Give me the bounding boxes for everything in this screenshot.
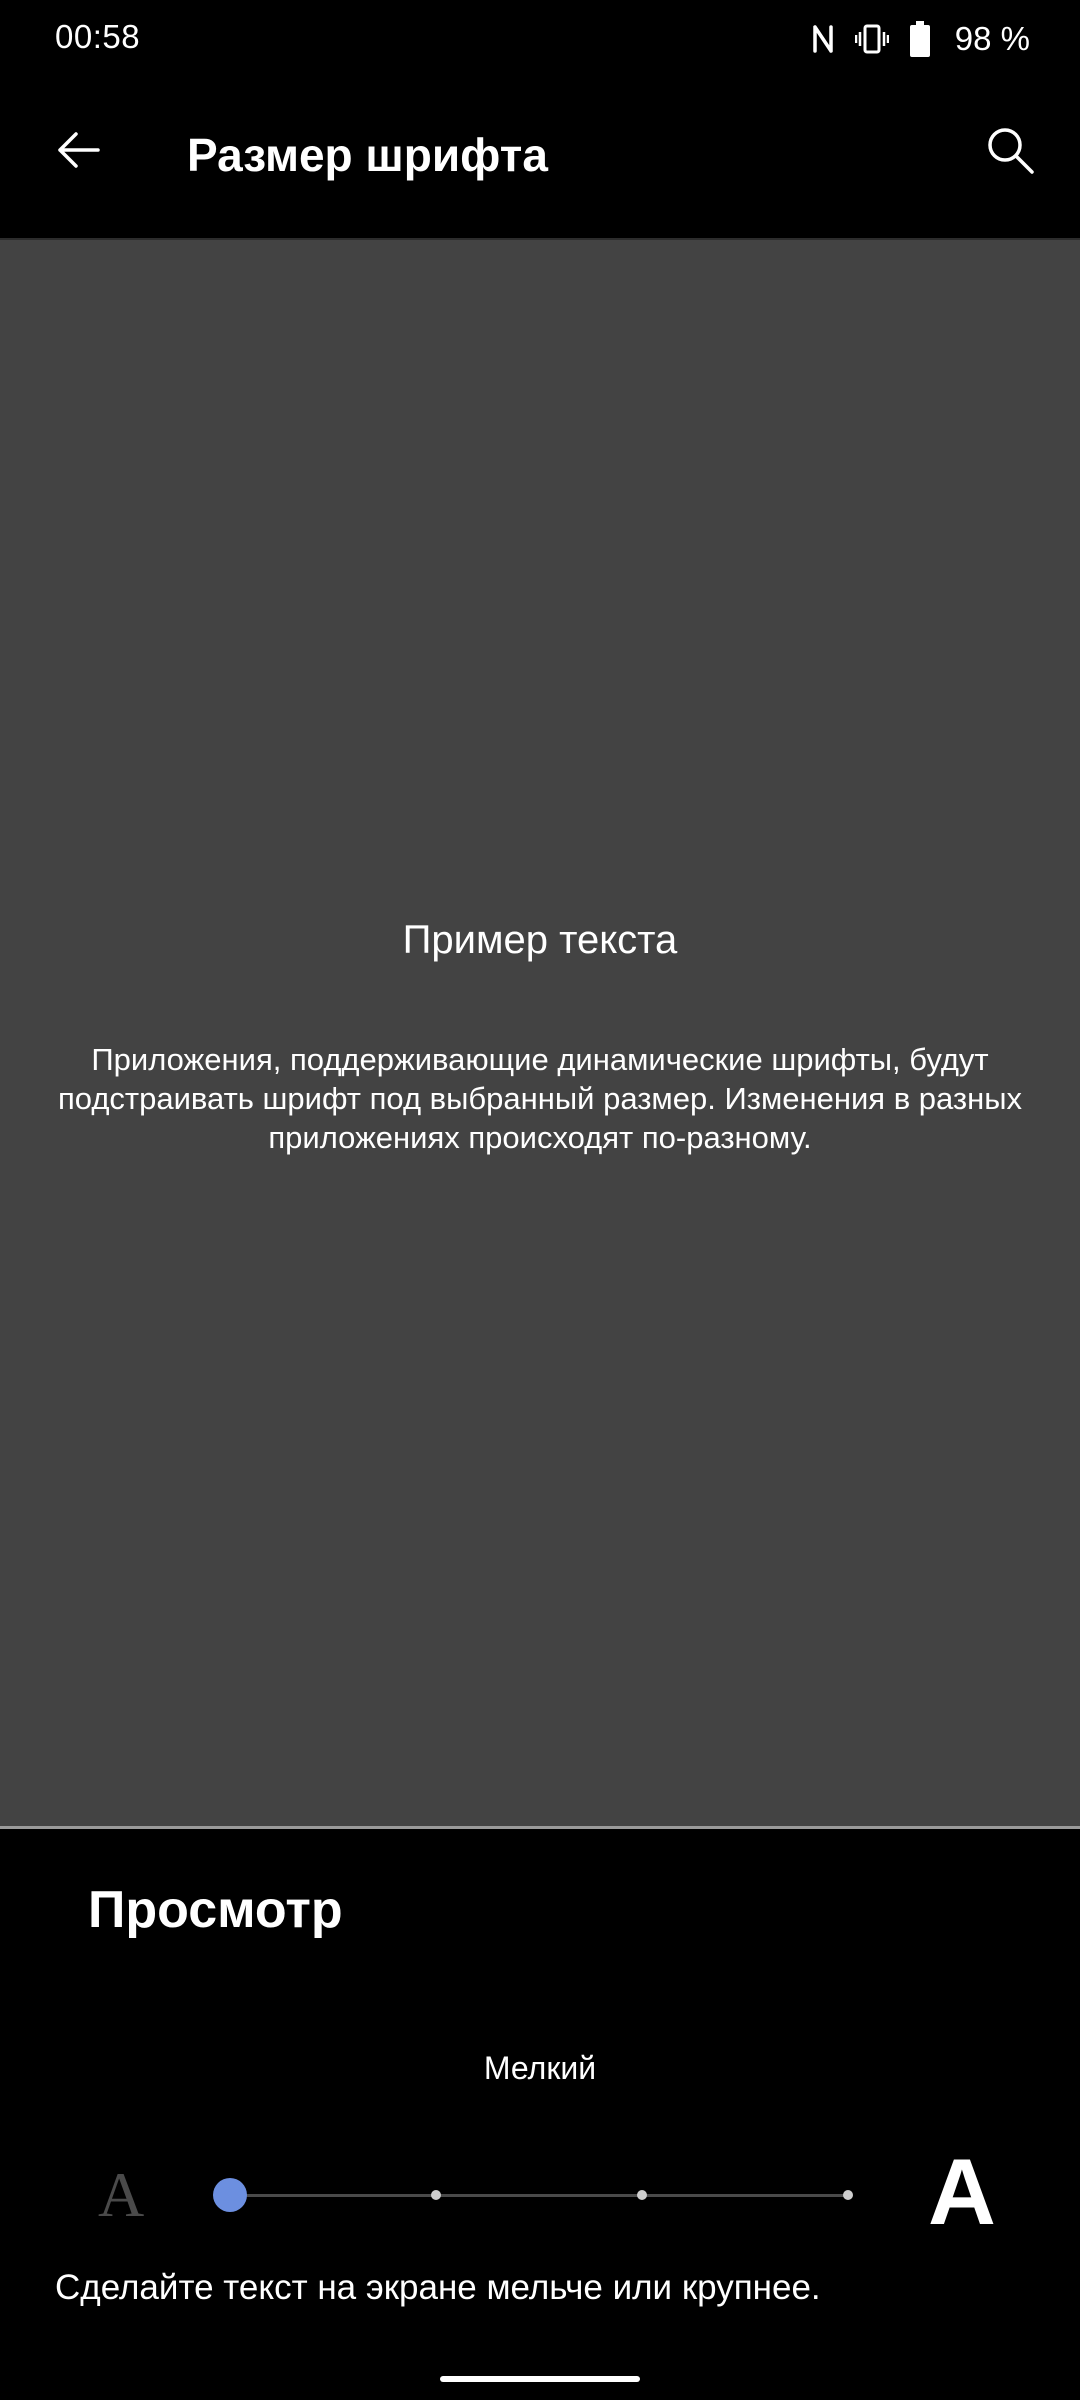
section-title: Просмотр — [88, 1881, 343, 1939]
font-size-hint: Сделайте текст на экране мельче или круп… — [55, 2268, 821, 2307]
search-button[interactable] — [974, 116, 1046, 188]
slider-tick[interactable] — [431, 2190, 441, 2200]
increase-font-size-button[interactable]: A — [928, 2138, 996, 2246]
slider-thumb[interactable] — [213, 2178, 247, 2212]
back-button[interactable] — [42, 116, 114, 188]
battery-percentage: 98 % — [954, 20, 1030, 57]
nfc-icon — [811, 22, 835, 56]
font-size-value-label: Мелкий — [483, 2050, 597, 2086]
slider-tick[interactable] — [843, 2190, 853, 2200]
decrease-font-size-button[interactable]: A — [98, 2158, 144, 2232]
gesture-navigation-handle[interactable] — [440, 2376, 640, 2382]
font-size-slider[interactable] — [213, 2175, 853, 2215]
slider-tick[interactable] — [637, 2190, 647, 2200]
preview-heading: Пример текста — [402, 918, 678, 962]
preview-body-text: Приложения, поддерживающие динамические … — [57, 1042, 1023, 1155]
status-icons: 98 % — [811, 18, 1030, 60]
text-preview-area: Пример текста Приложения, поддерживающие… — [0, 240, 1080, 1828]
vibrate-icon — [854, 22, 889, 56]
arrow-left-icon — [54, 126, 102, 179]
battery-icon — [909, 20, 931, 58]
search-icon — [984, 124, 1036, 181]
status-time: 00:58 — [55, 18, 141, 55]
status-bar: 00:58 98 % — [0, 0, 1080, 78]
slider-track — [230, 2194, 850, 2197]
font-size-settings-screen: 00:58 98 % Размер шрифта Пример текста П… — [0, 0, 1080, 2400]
app-bar: Размер шрифта — [0, 78, 1080, 240]
preview-divider — [0, 1826, 1080, 1829]
page-title: Размер шрифта — [187, 129, 548, 181]
